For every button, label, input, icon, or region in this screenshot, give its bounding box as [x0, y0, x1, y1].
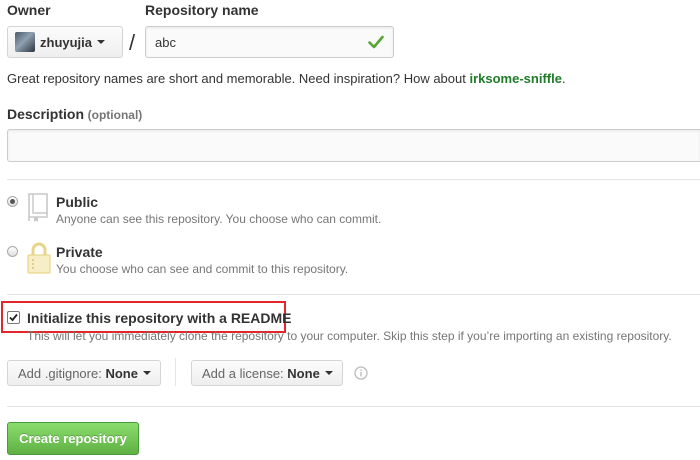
- divider: [7, 179, 700, 180]
- chevron-down-icon: [142, 371, 151, 375]
- license-value: None: [287, 365, 320, 381]
- repo-name-label: Repository name: [145, 2, 259, 18]
- readme-checkbox[interactable]: [7, 311, 20, 324]
- check-icon: [368, 35, 384, 49]
- owner-username: zhuyujia: [40, 34, 93, 50]
- private-radio[interactable]: [7, 246, 18, 257]
- description-optional: (optional): [87, 108, 143, 122]
- owner-select[interactable]: zhuyujia: [7, 26, 123, 58]
- gitignore-value: None: [105, 365, 138, 381]
- divider: [175, 358, 176, 386]
- gitignore-select[interactable]: Add .gitignore: None: [7, 360, 161, 386]
- public-title: Public: [56, 194, 99, 210]
- suggested-name-link[interactable]: irksome-sniffle: [469, 71, 561, 86]
- public-radio[interactable]: [7, 196, 18, 207]
- name-hint-end: .: [561, 71, 566, 86]
- public-desc: Anyone can see this repository. You choo…: [56, 212, 382, 226]
- description-label: Description: [7, 106, 85, 122]
- avatar: [15, 32, 35, 52]
- name-hint-text: Great repository names are short and mem…: [7, 71, 466, 86]
- repo-name-input[interactable]: [145, 26, 394, 58]
- info-icon[interactable]: [354, 366, 368, 380]
- owner-label: Owner: [7, 2, 51, 18]
- chevron-down-icon: [97, 40, 106, 44]
- description-input[interactable]: [7, 129, 700, 162]
- description-label-group: Description (optional): [7, 106, 142, 122]
- path-separator: /: [129, 30, 136, 55]
- name-hint: Great repository names are short and mem…: [7, 71, 566, 86]
- readme-label: Initialize this repository with a README: [27, 310, 292, 326]
- create-repository-button[interactable]: Create repository: [7, 422, 139, 455]
- private-desc: You choose who can see and commit to thi…: [56, 262, 349, 276]
- readme-desc: This will let you immediately clone the …: [27, 329, 672, 343]
- license-select[interactable]: Add a license: None: [191, 360, 343, 386]
- checkmark-icon: [9, 313, 18, 322]
- divider: [7, 294, 700, 295]
- divider: [7, 406, 700, 407]
- license-label: Add a license:: [202, 365, 284, 381]
- private-title: Private: [56, 244, 103, 260]
- gitignore-label: Add .gitignore:: [18, 365, 102, 381]
- lock-icon: [27, 242, 51, 274]
- chevron-down-icon: [324, 371, 333, 375]
- repo-book-icon: [28, 193, 48, 222]
